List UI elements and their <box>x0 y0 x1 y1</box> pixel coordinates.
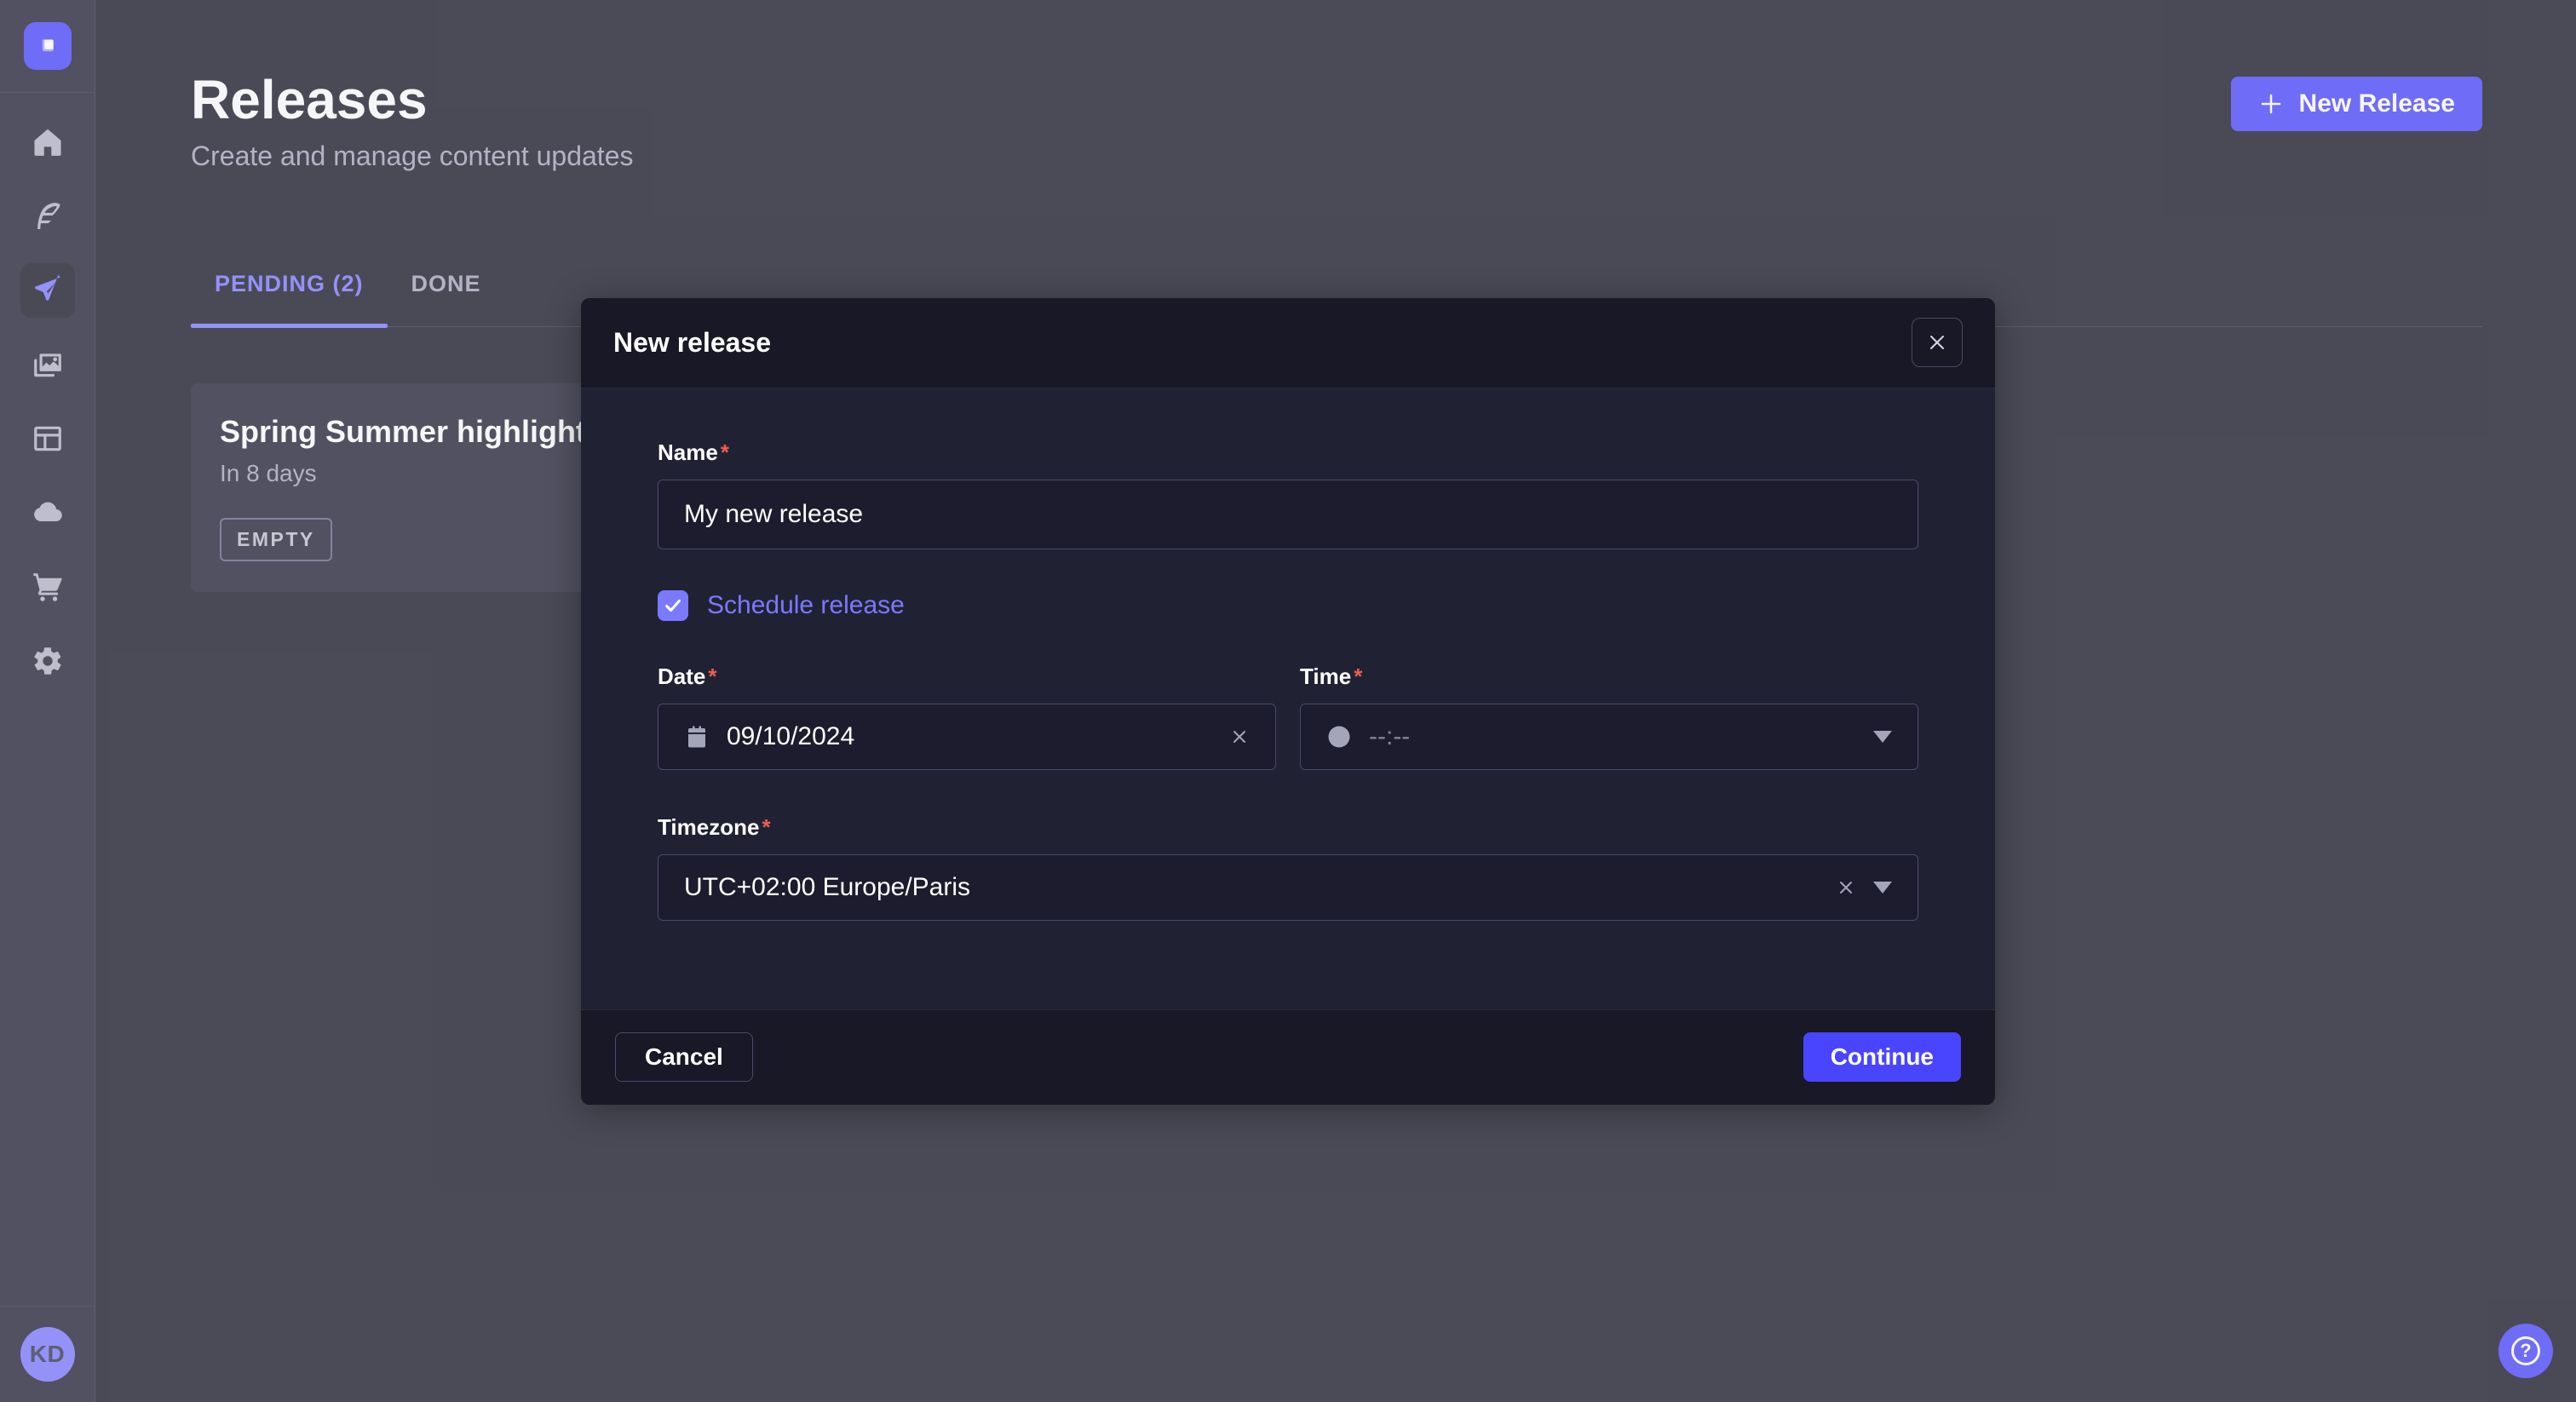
time-field-label: Time* <box>1300 664 1918 690</box>
clock-icon <box>1326 724 1352 750</box>
new-release-modal: New release Name* Schedule release <box>581 298 1995 1105</box>
date-field-label: Date* <box>658 664 1276 690</box>
timezone-select[interactable]: UTC+02:00 Europe/Paris <box>658 854 1918 921</box>
clear-timezone-icon[interactable] <box>1836 877 1856 898</box>
cancel-button[interactable]: Cancel <box>615 1032 753 1082</box>
schedule-release-row: Schedule release <box>658 590 1918 621</box>
required-asterisk: * <box>762 814 770 840</box>
modal-body: Name* Schedule release Date* <box>581 388 1995 1009</box>
date-value: 09/10/2024 <box>727 722 854 751</box>
name-field-label: Name* <box>658 440 1918 466</box>
required-asterisk: * <box>721 440 729 465</box>
clear-date-icon[interactable] <box>1229 727 1250 747</box>
name-input[interactable] <box>658 480 1918 549</box>
schedule-release-checkbox[interactable] <box>658 590 688 621</box>
modal-close-button[interactable] <box>1912 318 1963 367</box>
timezone-value: UTC+02:00 Europe/Paris <box>684 873 970 902</box>
required-asterisk: * <box>708 664 716 689</box>
time-picker[interactable]: --:-- <box>1300 704 1918 770</box>
checkmark-icon <box>664 596 682 615</box>
modal-header: New release <box>581 298 1995 388</box>
close-icon <box>1927 332 1947 353</box>
time-placeholder: --:-- <box>1369 722 1410 751</box>
chevron-down-icon[interactable] <box>1873 882 1892 893</box>
timezone-field-label: Timezone* <box>658 814 1918 841</box>
modal-title: New release <box>613 327 771 359</box>
schedule-release-label[interactable]: Schedule release <box>707 591 905 620</box>
calendar-icon <box>684 724 710 750</box>
date-picker[interactable]: 09/10/2024 <box>658 704 1276 770</box>
modal-footer: Cancel Continue <box>581 1009 1995 1105</box>
chevron-down-icon[interactable] <box>1873 731 1892 743</box>
required-asterisk: * <box>1354 664 1362 689</box>
continue-button[interactable]: Continue <box>1803 1032 1961 1082</box>
